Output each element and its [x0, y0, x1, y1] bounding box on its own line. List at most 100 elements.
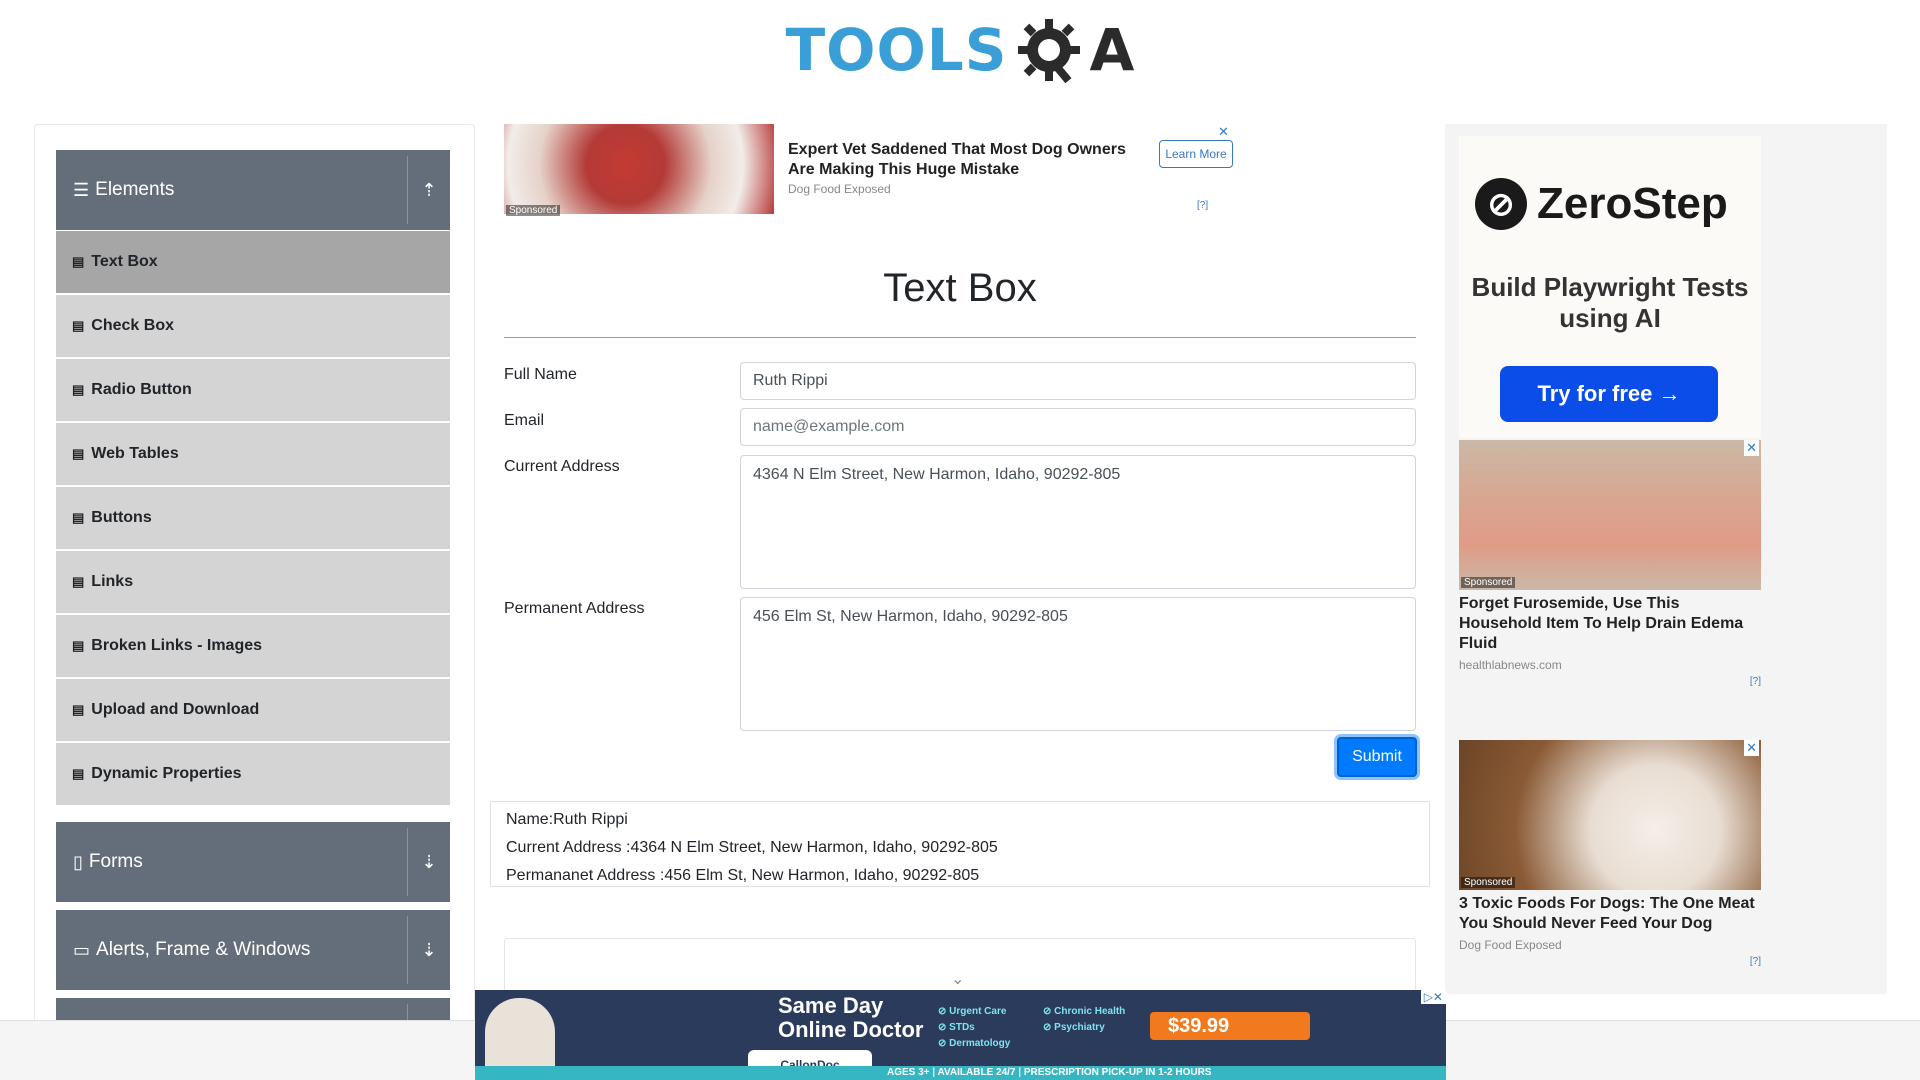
list-icon: ▤	[72, 702, 85, 717]
group-header-alerts[interactable]: ▭ Alerts, Frame & Windows ⇣	[56, 910, 450, 990]
window-icon: ▭	[73, 939, 91, 960]
form-icon: ▯	[73, 851, 83, 872]
banner-price[interactable]: $39.99	[1150, 1012, 1310, 1040]
zerostep-tagline: Build Playwright Tests using AI	[1471, 272, 1749, 333]
sidebar-item-check-box[interactable]: ▤ Check Box	[56, 295, 450, 357]
email-label: Email	[504, 412, 545, 429]
top-ad[interactable]: Sponsored Expert Vet Saddened That Most …	[504, 124, 1234, 216]
check-item: ⊘ Psychiatry	[1043, 1022, 1105, 1033]
close-icon[interactable]: ✕	[1218, 124, 1229, 140]
banner-footer: AGES 3+ | AVAILABLE 24/7 | PRESCRIPTION …	[887, 1067, 1212, 1078]
sidebar-item-links[interactable]: ▤ Links	[56, 551, 450, 613]
ad-image: Sponsored ✕	[1459, 740, 1761, 890]
full-name-label: Full Name	[504, 366, 577, 383]
permanent-address-label: Permanent Address	[504, 600, 645, 617]
ad-info-icon[interactable]: [?]	[1459, 956, 1761, 967]
ad-source: Dog Food Exposed	[788, 182, 891, 196]
sidebar-item-dynamic-properties[interactable]: ▤ Dynamic Properties	[56, 743, 450, 805]
bottom-banner-ad[interactable]: Same Day Online Doctor ⊘ Urgent Care ⊘ S…	[475, 990, 1446, 1080]
sidebar-item-label: Radio Button	[91, 381, 192, 398]
check-item-label: Chronic Health	[1054, 1006, 1126, 1017]
zerostep-brand: ⊘ ZeroStep	[1475, 178, 1728, 230]
chevron-down-icon[interactable]: ⌄	[951, 969, 964, 989]
list-icon: ▤	[72, 638, 85, 653]
group-header-forms[interactable]: ▯ Forms ⇣	[56, 822, 450, 902]
logo-text-qa: A	[1089, 16, 1135, 84]
site-header: TOOLS A	[0, 0, 1920, 100]
check-item-label: Psychiatry	[1054, 1022, 1105, 1033]
list-icon: ▤	[72, 446, 85, 461]
sidebar-item-label: Check Box	[91, 317, 174, 334]
ad-title[interactable]: Expert Vet Saddened That Most Dog Owners…	[788, 140, 1138, 180]
zerostep-ad[interactable]: ⊘ ZeroStep Build Playwright Tests using …	[1459, 136, 1761, 438]
sidebar-item-label: Dynamic Properties	[91, 765, 242, 782]
check-item-label: Dermatology	[949, 1038, 1011, 1049]
sidebar-item-text-box[interactable]: ▤ Text Box	[56, 231, 450, 293]
check-item: ⊘ Dermatology	[938, 1038, 1011, 1049]
group-header-elements[interactable]: ☰ Elements ⇡	[56, 150, 450, 230]
try-for-free-button[interactable]: Try for free →	[1500, 366, 1718, 422]
zerostep-logo-icon: ⊘	[1475, 178, 1527, 230]
ad-title[interactable]: Forget Furosemide, Use This Household It…	[1459, 594, 1761, 654]
banner-checks-col-1: ⊘ Urgent Care ⊘ STDs ⊘ Dermatology	[938, 1004, 1010, 1052]
output-current-address: Current Address :4364 N Elm Street, New …	[506, 839, 998, 856]
email-input[interactable]: name@example.com	[740, 408, 1416, 446]
sponsored-label: Sponsored	[1461, 877, 1516, 888]
banner-headline-line-2: Online Doctor	[778, 1017, 924, 1042]
ad-info-icon[interactable]: [?]	[1459, 676, 1761, 687]
arrow-up-icon: ⇡	[421, 179, 437, 200]
divider	[407, 828, 408, 896]
list-icon: ▤	[72, 382, 85, 397]
check-item: ⊘ STDs	[938, 1022, 975, 1033]
sidebar-item-label: Text Box	[91, 253, 158, 270]
ad-image	[504, 124, 774, 214]
right-ad-2[interactable]: Sponsored ✕ 3 Toxic Foods For Dogs: The …	[1459, 740, 1761, 967]
list-icon: ▤	[72, 318, 85, 333]
sidebar-item-buttons[interactable]: ▤ Buttons	[56, 487, 450, 549]
list-icon: ▤	[72, 510, 85, 525]
arrow-down-icon: ⇣	[421, 851, 437, 872]
sidebar-item-broken-links[interactable]: ▤ Broken Links - Images	[56, 615, 450, 677]
list-icon: ▤	[72, 574, 85, 589]
list-icon: ▤	[72, 254, 85, 269]
sidebar-item-label: Buttons	[91, 509, 152, 526]
sidebar-item-label: Upload and Download	[91, 701, 260, 718]
sponsored-label: Sponsored	[506, 205, 561, 216]
page: TOOLS A ☰ Elements ⇡ ▤ Text Box ▤ Check …	[0, 0, 1920, 1080]
sidebar-item-web-tables[interactable]: ▤ Web Tables	[56, 423, 450, 485]
ad-info-icon[interactable]: [?]	[1197, 200, 1208, 211]
toolsqa-logo[interactable]: TOOLS A	[786, 15, 1135, 85]
sidebar-item-label: Links	[91, 573, 134, 590]
check-item: ⊘ Chronic Health	[1043, 1006, 1126, 1017]
sidebar-item-label: Web Tables	[91, 445, 179, 462]
right-ad-1[interactable]: Sponsored ✕ Forget Furosemide, Use This …	[1459, 440, 1761, 687]
banner-headline-line-1: Same Day	[778, 993, 884, 1018]
sponsored-label: Sponsored	[1461, 577, 1516, 588]
ad-title[interactable]: 3 Toxic Foods For Dogs: The One Meat You…	[1459, 894, 1761, 934]
gear-icon	[1017, 19, 1080, 84]
close-icon[interactable]: ✕	[1744, 740, 1759, 756]
permanent-address-textarea[interactable]: 456 Elm St, New Harmon, Idaho, 90292-805	[740, 597, 1416, 731]
check-item-label: STDs	[949, 1022, 975, 1033]
close-icon[interactable]: ✕	[1744, 440, 1759, 456]
full-name-input[interactable]: Ruth Rippi	[740, 362, 1416, 400]
sidebar-item-upload-download[interactable]: ▤ Upload and Download	[56, 679, 450, 741]
right-ad-column: ⊘ ZeroStep Build Playwright Tests using …	[1445, 124, 1887, 994]
learn-more-button[interactable]: Learn More	[1159, 140, 1233, 168]
output-name: Name:Ruth Rippi	[506, 811, 628, 828]
zerostep-brand-name: ZeroStep	[1537, 179, 1728, 228]
sidebar-item-radio-button[interactable]: ▤ Radio Button	[56, 359, 450, 421]
close-icon[interactable]: ▷✕	[1420, 990, 1446, 1004]
output-permanent-address: Permananet Address :456 Elm St, New Harm…	[506, 867, 980, 884]
group-title: Forms	[88, 851, 143, 872]
page-title: Text Box	[883, 266, 1037, 310]
banner-checks-col-2: ⊘ Chronic Health ⊘ Psychiatry	[1043, 1004, 1125, 1036]
logo-text-tools: TOOLS	[785, 16, 1008, 84]
current-address-textarea[interactable]: 4364 N Elm Street, New Harmon, Idaho, 90…	[740, 455, 1416, 589]
submit-button[interactable]: Submit	[1337, 737, 1417, 777]
divider	[407, 156, 408, 224]
ad-image: Sponsored ✕	[1459, 440, 1761, 590]
arrow-down-icon: ⇣	[421, 939, 437, 960]
check-item-label: Urgent Care	[949, 1006, 1007, 1017]
output-panel: Name:Ruth Rippi Current Address :4364 N …	[490, 801, 1430, 887]
